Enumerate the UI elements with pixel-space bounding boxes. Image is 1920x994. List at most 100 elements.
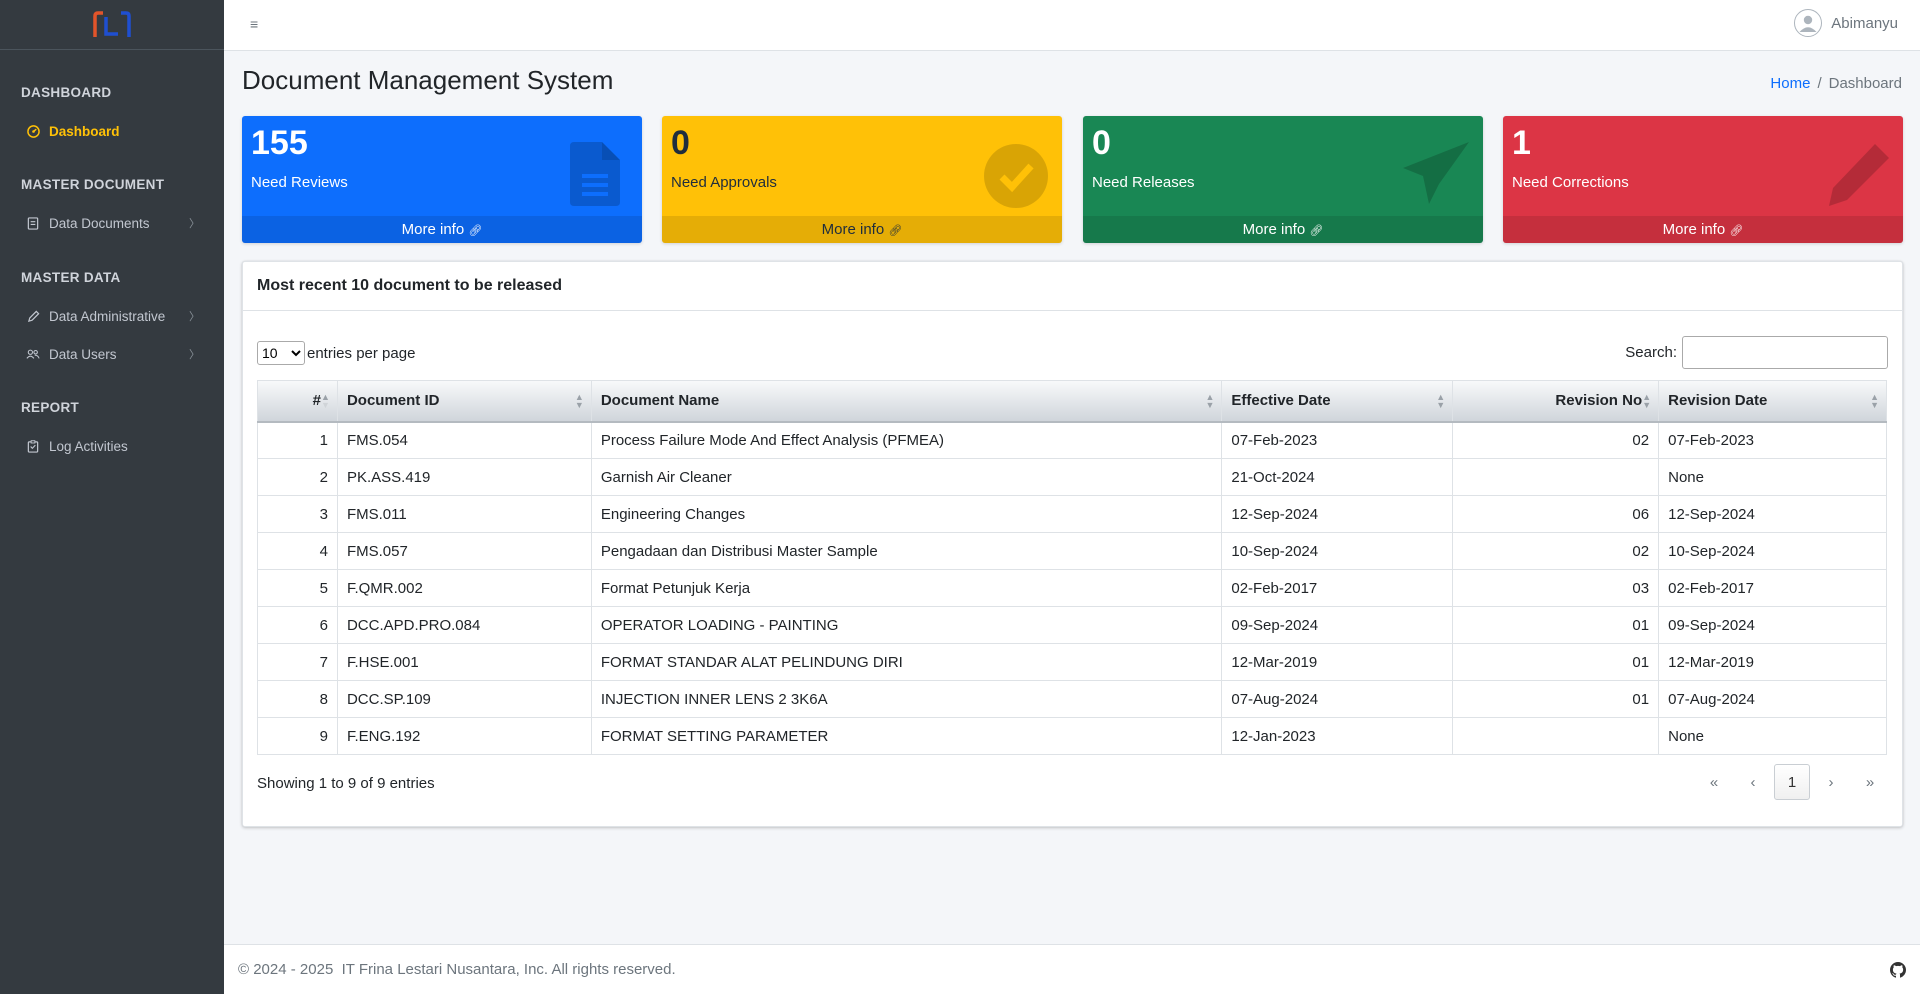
column-header-document-name[interactable]: Document Name ▲ ▼ (590, 380, 1223, 423)
page-title: Document Management System (242, 65, 614, 95)
brand[interactable] (0, 0, 224, 50)
cell-number: 2 (257, 458, 338, 496)
cell-revision-no: 02 (1452, 421, 1660, 459)
search-label: Search: (1625, 344, 1677, 361)
cell-revision-date: 02-Feb-2017 (1658, 569, 1887, 607)
more-info-label: More info (1242, 221, 1306, 238)
cell-revision-no: 01 (1452, 680, 1660, 718)
cell-document-id: FMS.057 (336, 532, 592, 570)
breadcrumb-current: Dashboard (1828, 75, 1902, 92)
table-row[interactable]: 5 F.QMR.002 Format Petunjuk Kerja 02-Feb-20… (257, 569, 1887, 607)
stat-value: 1 (1512, 124, 1531, 162)
sort-icon: ▲ ▼ (574, 392, 584, 410)
pagination-page-button[interactable]: 1 (1774, 764, 1810, 800)
sidebar-item-dashboard[interactable]: Dashboard (0, 114, 224, 148)
table-info: Showing 1 to 9 of 9 entries (257, 775, 435, 792)
card-title: Most recent 10 document to be released (243, 262, 1902, 311)
cell-number: 5 (257, 569, 338, 607)
file-icon (570, 142, 620, 206)
cell-number: 6 (257, 606, 338, 644)
table-row[interactable]: 8 DCC.SP.109 INJECTION INNER LENS 2 3K6A 07… (257, 680, 1887, 718)
cell-number: 7 (257, 643, 338, 681)
table-body: 1 FMS.054 Process Failure Mode And Effect … (257, 421, 1887, 755)
cell-effective-date: 02-Feb-2017 (1221, 569, 1454, 607)
menu-toggle-icon[interactable]: ≡ (250, 16, 258, 32)
more-info-link[interactable]: More info 🔗︎ (662, 216, 1062, 243)
section-header-master-data: MASTER DATA (21, 270, 121, 285)
cell-number: 1 (257, 421, 338, 459)
breadcrumb-home-link[interactable]: Home (1770, 75, 1810, 92)
column-header-effective-date[interactable]: Effective Date ▲ ▼ (1221, 380, 1454, 423)
pagination-last-button[interactable]: » (1852, 764, 1888, 800)
stat-value: 0 (1092, 124, 1111, 162)
more-info-link[interactable]: More info 🔗︎ (1083, 216, 1483, 243)
cell-document-id: FMS.011 (336, 495, 592, 533)
pagination-first-button[interactable]: « (1696, 764, 1732, 800)
table-row[interactable]: 6 DCC.APD.PRO.084 OPERATOR LOADING - PAINT… (257, 606, 1887, 644)
user-menu[interactable]: Abimanyu (1794, 9, 1898, 37)
chevron-right-icon: 〉 (189, 311, 200, 323)
cell-effective-date: 09-Sep-2024 (1221, 606, 1454, 644)
sort-icon: ▲ ▼ (1436, 392, 1446, 410)
cell-revision-no: 02 (1452, 532, 1660, 570)
cell-revision-date: 12-Mar-2019 (1658, 643, 1887, 681)
stat-label: Need Releases (1092, 174, 1195, 191)
more-info-label: More info (821, 221, 885, 238)
entries-per-page-select[interactable]: 10 (257, 341, 305, 365)
cell-document-name: Engineering Changes (590, 495, 1223, 533)
footer: © 2024 - 2025 IT Frina Lestari Nusantara… (224, 944, 1920, 994)
sidebar-item-data-documents[interactable]: Data Documents 〉 (0, 206, 224, 240)
cell-revision-date: 09-Sep-2024 (1658, 606, 1887, 644)
chevron-right-icon: 〉 (189, 218, 200, 230)
stat-box-need-corrections: 1 Need Corrections More info 🔗︎ (1503, 116, 1903, 243)
pagination-prev-button[interactable]: ‹ (1735, 764, 1771, 800)
chevron-right-icon: 〉 (189, 349, 200, 361)
section-header-master-document: MASTER DOCUMENT (21, 177, 165, 192)
more-info-label: More info (401, 221, 465, 238)
cell-effective-date: 21-Oct-2024 (1221, 458, 1454, 496)
breadcrumb-separator: / (1817, 75, 1822, 92)
users-icon (26, 347, 40, 361)
cell-revision-no: 01 (1452, 643, 1660, 681)
table-row[interactable]: 4 FMS.057 Pengadaan dan Distribusi Master … (257, 532, 1887, 570)
sidebar-item-label: Data Administrative (49, 308, 166, 324)
section-header-report: REPORT (21, 400, 80, 415)
footer-copyright: © 2024 - 2025 IT Frina Lestari Nusantara… (238, 961, 676, 978)
table-row[interactable]: 9 F.ENG.192 FORMAT SETTING PARAMETER 12-Jan… (257, 717, 1887, 755)
cell-document-name: Format Petunjuk Kerja (590, 569, 1223, 607)
sidebar-item-data-administrative[interactable]: Data Administrative 〉 (0, 299, 224, 333)
more-info-label: More info (1662, 221, 1726, 238)
cell-revision-no: 03 (1452, 569, 1660, 607)
more-info-link[interactable]: More info 🔗︎ (242, 216, 642, 243)
more-info-link[interactable]: More info 🔗︎ (1503, 216, 1903, 243)
cell-number: 9 (257, 717, 338, 755)
check-circle-icon (984, 144, 1048, 208)
pen-icon (26, 309, 40, 323)
stat-label: Need Approvals (671, 174, 777, 191)
top-navbar: ≡ Abimanyu (224, 0, 1920, 51)
table-row[interactable]: 1 FMS.054 Process Failure Mode And Effect … (257, 421, 1887, 459)
cell-document-id: FMS.054 (336, 421, 592, 459)
clipboard-icon (26, 439, 40, 453)
sidebar-item-data-users[interactable]: Data Users 〉 (0, 337, 224, 371)
cell-revision-no: 06 (1452, 495, 1660, 533)
column-header-revision-no[interactable]: Revision No ▲ ▼ (1452, 380, 1660, 423)
recent-documents-card: Most recent 10 document to be released 1… (242, 261, 1903, 827)
search-input[interactable] (1682, 336, 1888, 369)
table-row[interactable]: 3 FMS.011 Engineering Changes 12-Sep-2024 06… (257, 495, 1887, 533)
cell-revision-no (1452, 458, 1660, 496)
link-icon: 🔗︎ (1729, 225, 1744, 237)
github-icon[interactable] (1890, 962, 1906, 978)
sidebar-item-log-activities[interactable]: Log Activities (0, 429, 224, 463)
pagination-next-button[interactable]: › (1813, 764, 1849, 800)
company-logo[interactable] (90, 10, 134, 40)
documents-table: # ▲ ▼ Document ID ▲ ▼ Document Name ▲ ▼ Effect… (257, 380, 1887, 755)
table-row[interactable]: 7 F.HSE.001 FORMAT STANDAR ALAT PELINDUNG … (257, 643, 1887, 681)
column-header-document-id[interactable]: Document ID ▲ ▼ (336, 380, 592, 423)
table-search: Search: (1625, 336, 1888, 369)
column-header-number[interactable]: # ▲ ▼ (257, 380, 338, 423)
column-header-revision-date[interactable]: Revision Date ▲ ▼ (1658, 380, 1887, 423)
avatar (1794, 9, 1823, 37)
sidebar: DASHBOARD Dashboard MASTER DOCUMENT Data… (0, 0, 224, 994)
table-row[interactable]: 2 PK.ASS.419 Garnish Air Cleaner 21-Oct-202… (257, 458, 1887, 496)
